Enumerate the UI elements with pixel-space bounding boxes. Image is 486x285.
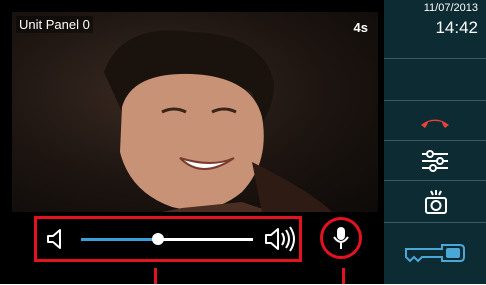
visitor-photo [104, 30, 332, 212]
volume-callout-line [154, 268, 157, 284]
speaker-low-icon[interactable] [45, 227, 67, 251]
call-controls [12, 212, 378, 268]
settings-sliders-icon [422, 150, 448, 172]
volume-slider[interactable] [81, 233, 253, 245]
volume-highlight [34, 216, 302, 262]
volume-slider-fill [81, 238, 158, 241]
snapshot-button[interactable] [384, 180, 486, 223]
time-display: 14:42 [435, 18, 478, 37]
door-open-button[interactable] [384, 222, 486, 285]
hang-up-button[interactable] [384, 106, 486, 140]
date-display: 11/07/2013 [423, 2, 478, 14]
sidebar: 11/07/2013 14:42 [384, 0, 486, 284]
speaker-high-icon[interactable] [263, 225, 297, 253]
call-timer: 4s [353, 20, 368, 35]
intercom-screen: Unit Panel 0 4s 11/07/2013 14:42 [0, 0, 486, 284]
microphone-icon [333, 227, 349, 249]
hang-up-icon [421, 119, 449, 128]
settings-button[interactable] [384, 140, 486, 181]
panel-title: Unit Panel 0 [16, 16, 93, 33]
snapshot-camera-icon [425, 190, 447, 214]
sidebar-divider [384, 100, 486, 101]
mic-callout-line [342, 268, 345, 284]
video-feed: Unit Panel 0 4s [12, 12, 378, 212]
sidebar-divider [384, 58, 486, 59]
mute-button[interactable] [320, 217, 362, 259]
door-key-icon [405, 244, 465, 263]
volume-slider-knob[interactable] [152, 233, 164, 245]
